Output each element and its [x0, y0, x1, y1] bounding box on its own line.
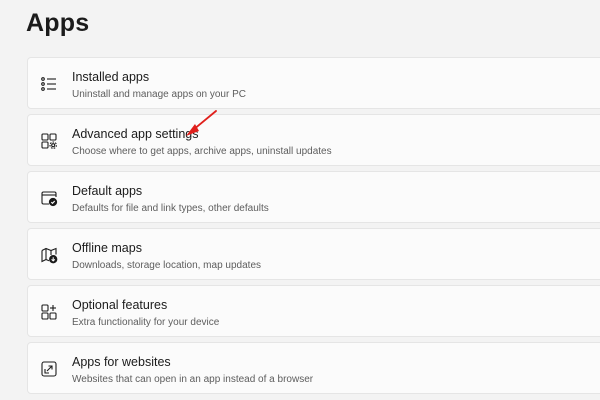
- advanced-app-settings-subtitle: Choose where to get apps, archive apps, …: [72, 146, 332, 157]
- offline-maps-subtitle: Downloads, storage location, map updates: [72, 260, 262, 271]
- installed-apps-subtitle: Uninstall and manage apps on your PC: [72, 89, 246, 100]
- optional-features-subtitle: Extra functionality for your device: [72, 317, 220, 328]
- installed-apps-item[interactable]: Installed apps Uninstall and manage apps…: [27, 57, 600, 109]
- advanced-app-settings-item[interactable]: Advanced app settings Choose where to ge…: [27, 114, 600, 166]
- default-apps-title: Default apps: [72, 184, 143, 198]
- optional-features-icon: [40, 303, 58, 321]
- advanced-app-settings-icon: [40, 132, 58, 150]
- offline-maps-item[interactable]: Offline maps Downloads, storage location…: [27, 228, 600, 280]
- apps-for-websites-title: Apps for websites: [72, 355, 171, 369]
- page-title: Apps: [26, 9, 90, 37]
- optional-features-title: Optional features: [72, 298, 168, 312]
- offline-maps-title: Offline maps: [72, 241, 142, 255]
- apps-for-websites-item[interactable]: Apps for websites Websites that can open…: [27, 342, 600, 394]
- default-apps-subtitle: Defaults for file and link types, other …: [72, 203, 269, 214]
- default-apps-icon: [40, 189, 58, 207]
- offline-maps-icon: [40, 246, 58, 264]
- apps-for-websites-icon: [40, 360, 58, 378]
- installed-apps-title: Installed apps: [72, 70, 150, 84]
- apps-settings-page: Apps Installed apps Uninstall and manage…: [0, 0, 600, 400]
- default-apps-item[interactable]: Default apps Defaults for file and link …: [27, 171, 600, 223]
- apps-for-websites-subtitle: Websites that can open in an app instead…: [72, 374, 314, 385]
- optional-features-item[interactable]: Optional features Extra functionality fo…: [27, 285, 600, 337]
- installed-apps-list-icon: [40, 75, 58, 93]
- advanced-app-settings-title: Advanced app settings: [72, 127, 199, 141]
